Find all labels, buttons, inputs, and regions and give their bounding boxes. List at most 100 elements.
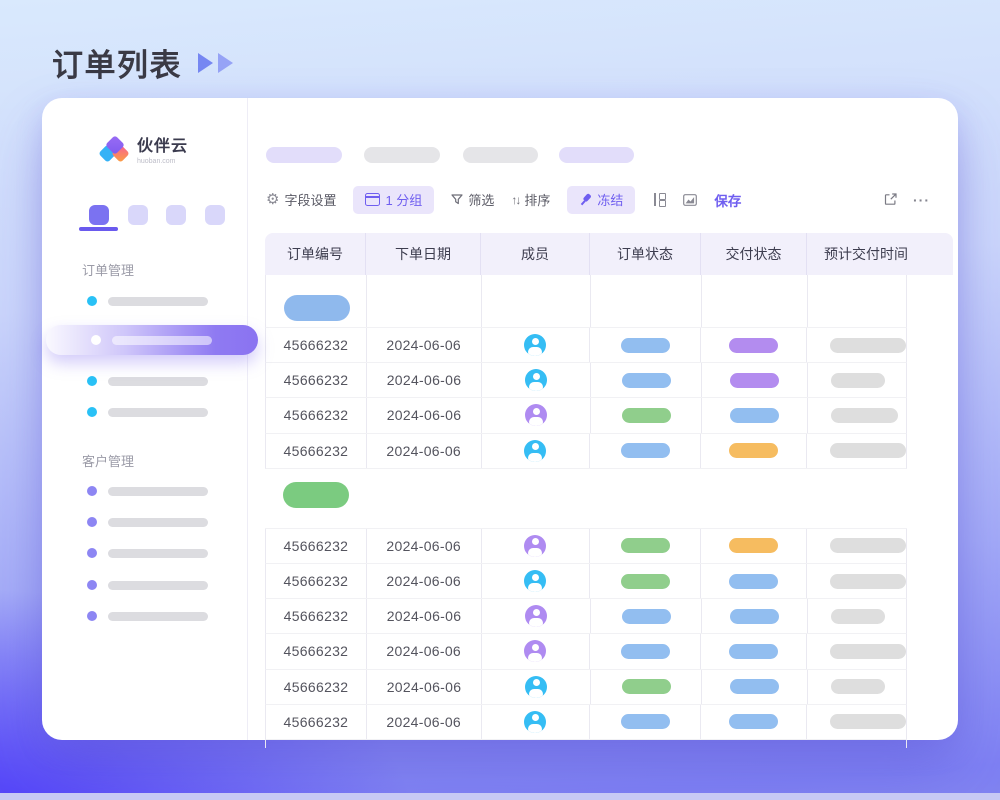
order-status-cell [590,328,701,362]
order-date-cell: 2024-06-06 [367,705,482,739]
view-tab-placeholder[interactable] [266,147,342,163]
delivery-status-pill[interactable] [729,574,778,589]
sidebar-tab[interactable] [128,205,148,225]
group-label-pill[interactable] [283,482,349,508]
sort-button[interactable]: ↑↓ 排序 [511,190,550,209]
delivery-status-pill[interactable] [730,679,779,694]
member-avatar[interactable] [524,440,546,462]
table-row[interactable]: 456662322024-06-06 [265,670,907,705]
row-structure-button[interactable] [652,193,666,206]
eta-cell [808,398,906,432]
group-header-cell [482,275,591,327]
group-header-cell [266,275,367,327]
eta-cell [807,634,906,668]
field-settings-button[interactable]: ⚙ 字段设置 [266,190,336,209]
sidebar-item-label-placeholder [108,549,208,558]
member-avatar[interactable] [525,676,547,698]
member-avatar[interactable] [524,334,546,356]
view-tab-placeholder[interactable] [559,147,634,163]
table-row[interactable]: 456662322024-06-06 [265,634,907,669]
view-tab-placeholder[interactable] [463,147,538,163]
table-row[interactable]: 45666232 2024-06-06 [265,705,907,740]
more-button[interactable]: ··· [913,193,930,207]
order-status-pill[interactable] [622,609,671,624]
delivery-status-pill[interactable] [730,609,779,624]
share-button[interactable] [883,192,898,207]
save-button[interactable]: 保存 [714,190,741,210]
delivery-status-pill[interactable] [730,408,779,423]
order-date: 2024-06-06 [387,372,462,388]
column-header[interactable]: 下单日期 [366,233,481,275]
order-status-pill[interactable] [621,443,670,458]
order-date-cell: 2024-06-06 [367,363,482,397]
table-row[interactable]: 456662322024-06-06 [265,328,907,363]
delivery-status-pill[interactable] [729,644,778,659]
sidebar-item[interactable] [42,480,247,502]
order-status-pill[interactable] [622,679,671,694]
sidebar-item[interactable] [42,511,247,533]
column-header[interactable]: 预计交付时间 [807,233,953,275]
order-status-pill[interactable] [621,644,670,659]
sidebar-item[interactable] [42,370,247,392]
sidebar-item[interactable] [42,542,247,564]
eta-cell [808,599,906,633]
order-date-cell: 2024-06-06 [367,670,482,704]
sidebar-tab[interactable] [89,205,109,225]
table-row[interactable]: 456662322024-06-06 [265,599,907,634]
member-avatar[interactable] [525,404,547,426]
member-cell [482,328,591,362]
delivery-status-cell [702,363,808,397]
delivery-status-pill[interactable] [730,373,779,388]
column-header[interactable]: 订单状态 [590,233,701,275]
member-cell [482,634,591,668]
table-row[interactable]: 456662322024-06-06 [265,434,907,469]
order-number-cell: 45666232 [266,529,367,563]
freeze-button[interactable]: 冻结 [567,186,635,214]
member-avatar[interactable] [524,711,546,733]
member-avatar[interactable] [525,369,547,391]
sidebar: 伙伴云 huoban.com 订单管理客户管理 [42,98,248,740]
table-row[interactable]: 456662322024-06-06 [265,363,907,398]
order-status-pill[interactable] [621,538,670,553]
sidebar-item[interactable] [42,290,247,312]
sidebar-item[interactable] [42,401,247,423]
tree-structure-icon [652,193,666,206]
order-number: 45666232 [284,714,349,730]
delivery-status-pill[interactable] [729,338,778,353]
eta-placeholder [830,443,906,458]
filter-button[interactable]: 筛选 [451,190,494,209]
member-avatar[interactable] [524,640,546,662]
sidebar-item-active[interactable] [46,325,258,355]
column-header[interactable]: 交付状态 [701,233,807,275]
eta-placeholder [830,338,906,353]
order-status-pill[interactable] [622,408,671,423]
member-avatar[interactable] [524,570,546,592]
sidebar-item[interactable] [42,605,247,627]
order-status-pill[interactable] [621,714,670,729]
sidebar-tab[interactable] [205,205,225,225]
table-row[interactable]: 456662322024-06-06 [265,398,907,433]
delivery-status-pill[interactable] [729,538,778,553]
eta-placeholder [831,373,885,388]
order-status-pill[interactable] [622,373,671,388]
group-button[interactable]: 1 分组 [353,186,434,214]
delivery-status-cell [701,529,807,563]
order-status-pill[interactable] [621,338,670,353]
view-tab-placeholder[interactable] [364,147,440,163]
delivery-status-pill[interactable] [729,443,778,458]
order-status-pill[interactable] [621,574,670,589]
column-header[interactable]: 订单编号 [265,233,366,275]
member-avatar[interactable] [525,605,547,627]
sidebar-tab[interactable] [166,205,186,225]
table-row[interactable]: 456662322024-06-06 [265,564,907,599]
group-label-pill[interactable] [284,295,350,321]
sidebar-tabs [89,205,225,225]
column-header[interactable]: 成员 [481,233,590,275]
chart-view-button[interactable] [683,194,697,206]
member-avatar[interactable] [524,535,546,557]
title-arrow-icon [218,53,233,73]
sidebar-item[interactable] [42,574,247,596]
table-row[interactable]: 456662322024-06-06 [265,529,907,564]
delivery-status-pill[interactable] [729,714,778,729]
eta-placeholder [831,408,898,423]
